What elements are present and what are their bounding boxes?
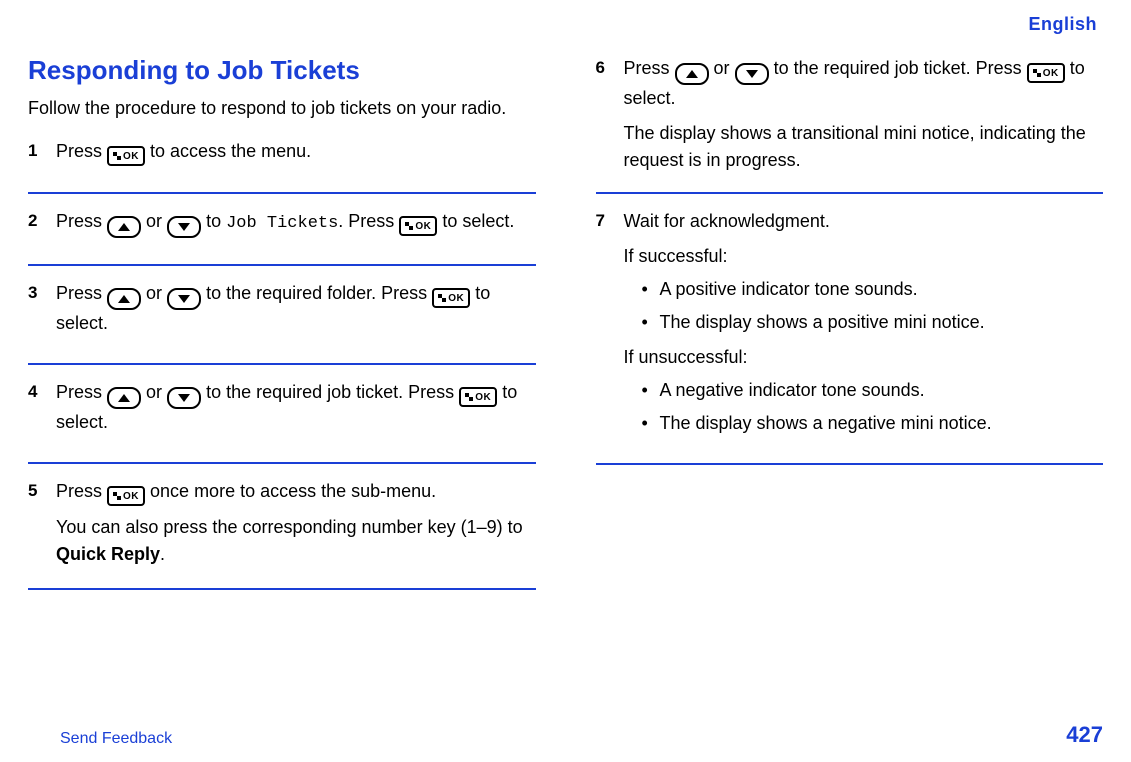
step-text: Press or to the required job ticket. Pre… bbox=[56, 379, 536, 436]
text: . Press bbox=[338, 211, 399, 231]
down-button-icon bbox=[167, 216, 201, 238]
up-button-icon bbox=[107, 387, 141, 409]
step-3: 3 Press or to the required folder. Press… bbox=[28, 264, 536, 363]
text: Press bbox=[56, 481, 107, 501]
steps-right: 6 Press or to the required job ticket. P… bbox=[596, 55, 1104, 465]
text: to select. bbox=[442, 211, 514, 231]
text: Press bbox=[56, 283, 107, 303]
text: Press bbox=[56, 141, 107, 161]
step-note: The display shows a transitional mini no… bbox=[624, 120, 1104, 174]
step-text: Wait for acknowledgment. bbox=[624, 208, 1104, 235]
step-text: Press or to the required folder. Press O… bbox=[56, 280, 536, 337]
right-column: 6 Press or to the required job ticket. P… bbox=[596, 55, 1104, 590]
ok-button-icon: OK bbox=[399, 216, 437, 236]
text: to the required folder. Press bbox=[206, 283, 432, 303]
page: English Responding to Job Tickets Follow… bbox=[0, 0, 1131, 762]
ok-button-icon: OK bbox=[1027, 63, 1065, 83]
step-text: Press or to the required job ticket. Pre… bbox=[624, 55, 1104, 112]
up-button-icon bbox=[107, 216, 141, 238]
triangle-up-icon bbox=[686, 70, 698, 78]
text: or bbox=[714, 58, 735, 78]
text: to access the menu. bbox=[150, 141, 311, 161]
triangle-up-icon bbox=[118, 223, 130, 231]
triangle-down-icon bbox=[178, 223, 190, 231]
step-4: 4 Press or to the required job ticket. P… bbox=[28, 363, 536, 462]
text: Press bbox=[624, 58, 675, 78]
ok-button-icon: OK bbox=[459, 387, 497, 407]
step-number: 3 bbox=[28, 280, 37, 306]
down-button-icon bbox=[167, 387, 201, 409]
triangle-down-icon bbox=[178, 295, 190, 303]
text: once more to access the sub-menu. bbox=[150, 481, 436, 501]
page-title: Responding to Job Tickets bbox=[28, 55, 536, 86]
step-2: 2 Press or to Job Tickets. Press OK to s… bbox=[28, 192, 536, 264]
step-6: 6 Press or to the required job ticket. P… bbox=[596, 55, 1104, 192]
text: or bbox=[146, 382, 167, 402]
quick-reply-label: Quick Reply bbox=[56, 544, 160, 564]
text: to the required job ticket. Press bbox=[774, 58, 1027, 78]
list-item: A positive indicator tone sounds. bbox=[642, 276, 1104, 303]
step-text: Press OK to access the menu. bbox=[56, 138, 536, 166]
triangle-down-icon bbox=[746, 70, 758, 78]
step-number: 7 bbox=[596, 208, 605, 234]
page-number: 427 bbox=[1066, 722, 1103, 748]
text: . bbox=[160, 544, 165, 564]
down-button-icon bbox=[167, 288, 201, 310]
list-item: A negative indicator tone sounds. bbox=[642, 377, 1104, 404]
text: or bbox=[146, 211, 167, 231]
step-number: 4 bbox=[28, 379, 37, 405]
if-successful-label: If successful: bbox=[624, 243, 1104, 270]
triangle-down-icon bbox=[178, 394, 190, 402]
text: You can also press the corresponding num… bbox=[56, 517, 523, 537]
list-item: The display shows a positive mini notice… bbox=[642, 309, 1104, 336]
list-item: The display shows a negative mini notice… bbox=[642, 410, 1104, 437]
left-column: Responding to Job Tickets Follow the pro… bbox=[28, 55, 536, 590]
step-number: 6 bbox=[596, 55, 605, 81]
up-button-icon bbox=[675, 63, 709, 85]
text: or bbox=[146, 283, 167, 303]
ok-button-icon: OK bbox=[107, 146, 145, 166]
step-text: Press OK once more to access the sub-men… bbox=[56, 478, 536, 506]
footer: Send Feedback 427 bbox=[28, 722, 1103, 748]
step-1: 1 Press OK to access the menu. bbox=[28, 138, 536, 192]
menu-item-job-tickets: Job Tickets bbox=[226, 214, 338, 233]
language-label: English bbox=[28, 12, 1103, 35]
step-number: 5 bbox=[28, 478, 37, 504]
step-number: 1 bbox=[28, 138, 37, 164]
text: Press bbox=[56, 382, 107, 402]
success-list: A positive indicator tone sounds. The di… bbox=[624, 276, 1104, 336]
step-5: 5 Press OK once more to access the sub-m… bbox=[28, 462, 536, 590]
if-unsuccessful-label: If unsuccessful: bbox=[624, 344, 1104, 371]
text: to bbox=[206, 211, 226, 231]
ok-button-icon: OK bbox=[432, 288, 470, 308]
up-button-icon bbox=[107, 288, 141, 310]
content-columns: Responding to Job Tickets Follow the pro… bbox=[28, 55, 1103, 590]
triangle-up-icon bbox=[118, 394, 130, 402]
step-7: 7 Wait for acknowledgment. If successful… bbox=[596, 192, 1104, 465]
ok-button-icon: OK bbox=[107, 486, 145, 506]
text: to the required job ticket. Press bbox=[206, 382, 459, 402]
send-feedback-link[interactable]: Send Feedback bbox=[60, 730, 172, 748]
unsuccess-list: A negative indicator tone sounds. The di… bbox=[624, 377, 1104, 437]
text: Press bbox=[56, 211, 107, 231]
intro-text: Follow the procedure to respond to job t… bbox=[28, 96, 536, 120]
step-note: You can also press the corresponding num… bbox=[56, 514, 536, 568]
down-button-icon bbox=[735, 63, 769, 85]
triangle-up-icon bbox=[118, 295, 130, 303]
steps-left: 1 Press OK to access the menu. 2 Press o… bbox=[28, 138, 536, 590]
step-text: Press or to Job Tickets. Press OK to sel… bbox=[56, 208, 536, 238]
step-number: 2 bbox=[28, 208, 37, 234]
